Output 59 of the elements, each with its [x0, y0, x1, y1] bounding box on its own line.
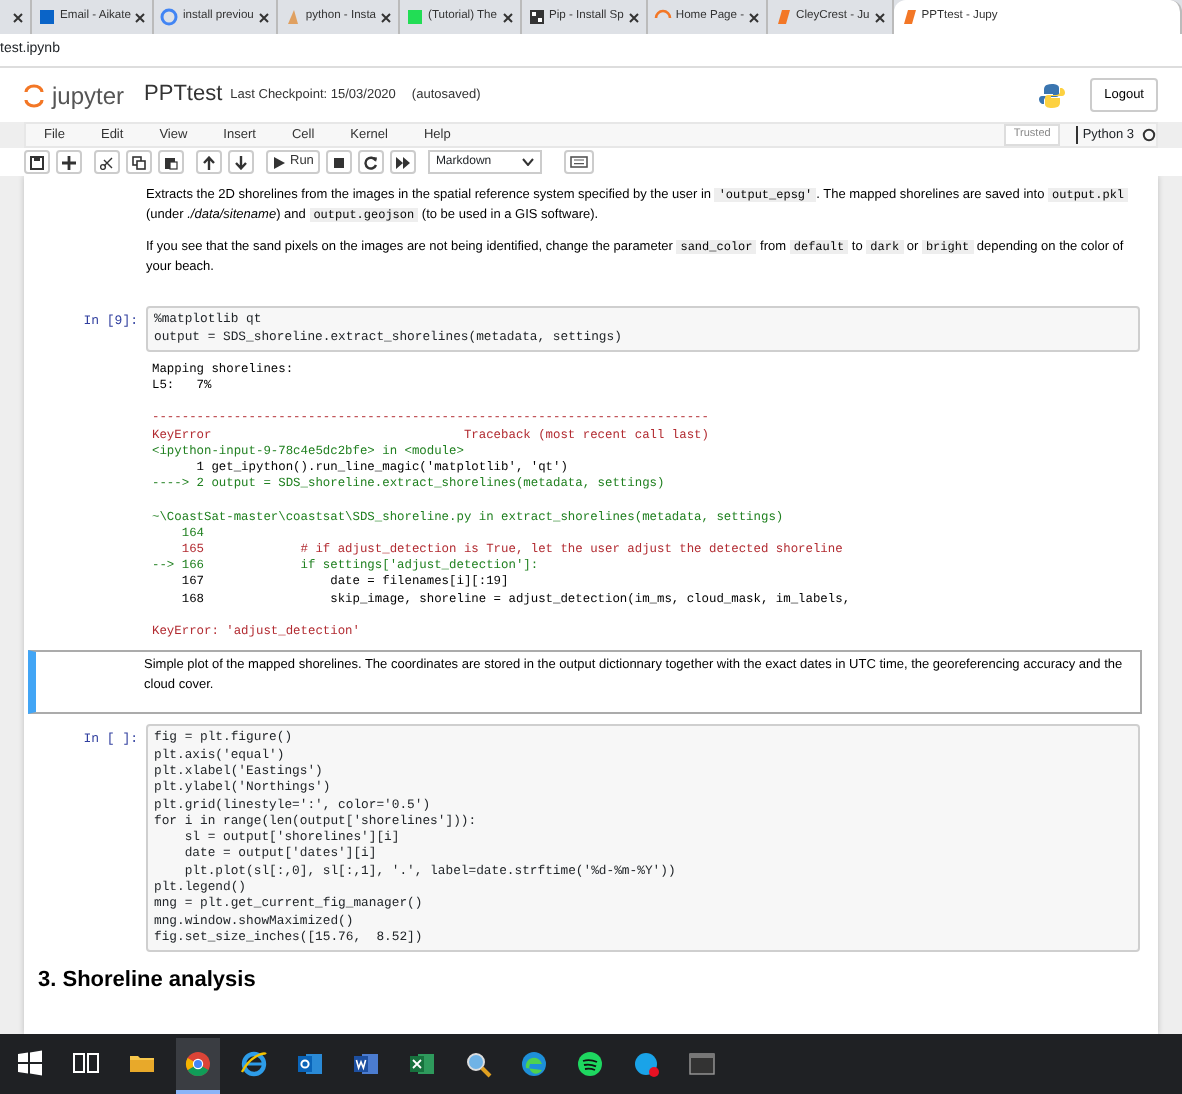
save-button[interactable] [24, 150, 50, 174]
add-cell-icon [62, 155, 76, 169]
word-icon[interactable] [352, 1050, 380, 1078]
copy-button[interactable] [126, 150, 152, 174]
internet-explorer-icon[interactable] [240, 1050, 268, 1078]
move-up-button[interactable] [196, 150, 222, 174]
excel-icon[interactable] [408, 1050, 436, 1078]
windows-start-icon[interactable] [16, 1050, 44, 1078]
favicon-icon [38, 8, 56, 26]
caret-icon [521, 158, 534, 166]
logo-text: jupyter [52, 79, 125, 113]
save-icon [30, 155, 44, 169]
close-icon[interactable] [501, 11, 514, 23]
move-up-icon [202, 155, 216, 169]
move-down-button[interactable] [228, 150, 254, 174]
cut-button[interactable] [94, 150, 120, 174]
copy-icon [132, 155, 146, 169]
stop-button[interactable] [325, 150, 352, 174]
favicon-icon [406, 8, 425, 26]
run-icon [272, 155, 286, 169]
cut-icon [100, 155, 114, 169]
paste-button[interactable] [158, 150, 184, 174]
add-cell-button[interactable] [56, 150, 82, 174]
restart-icon [363, 155, 378, 169]
command-palette-button[interactable] [563, 150, 594, 174]
favicon-icon [899, 8, 918, 26]
task-view-icon[interactable] [72, 1050, 100, 1078]
folder-icon[interactable] [128, 1050, 156, 1078]
jupyter-logo-icon [24, 81, 44, 109]
close-icon[interactable] [380, 11, 393, 23]
favicon-icon [283, 8, 302, 26]
restart-button[interactable] [357, 150, 384, 174]
chrome-icon[interactable] [184, 1050, 212, 1078]
close-icon[interactable] [627, 11, 640, 23]
section-heading: 3. Shoreline analysis [38, 968, 256, 994]
close-icon[interactable] [748, 11, 761, 23]
favicon-icon [774, 8, 793, 26]
paste-icon [164, 155, 178, 169]
favicon-icon [160, 8, 179, 26]
notebook-title[interactable]: PPTtest [144, 78, 223, 112]
close-icon[interactable] [873, 11, 886, 23]
favicon-icon [527, 8, 546, 26]
stop-icon [331, 155, 346, 169]
notebook-cell[interactable]: 3. Shoreline analysis [36, 962, 1142, 1000]
outlook-icon[interactable] [296, 1050, 324, 1078]
magnifier-icon[interactable] [464, 1050, 492, 1078]
move-down-icon [234, 155, 248, 169]
close-icon[interactable] [257, 11, 270, 23]
kernel-status-icon [1142, 128, 1156, 142]
fast-forward-button[interactable] [389, 150, 416, 174]
edge-icon[interactable] [520, 1050, 548, 1078]
python-logo-icon [1038, 81, 1067, 109]
terminal-icon[interactable] [688, 1050, 716, 1078]
close-icon[interactable] [134, 11, 147, 23]
close-icon[interactable] [12, 11, 24, 23]
keyboard-icon [569, 156, 588, 168]
spotify-icon[interactable] [576, 1050, 604, 1078]
fast-forward-icon [395, 155, 410, 169]
skype-icon[interactable] [632, 1050, 660, 1078]
